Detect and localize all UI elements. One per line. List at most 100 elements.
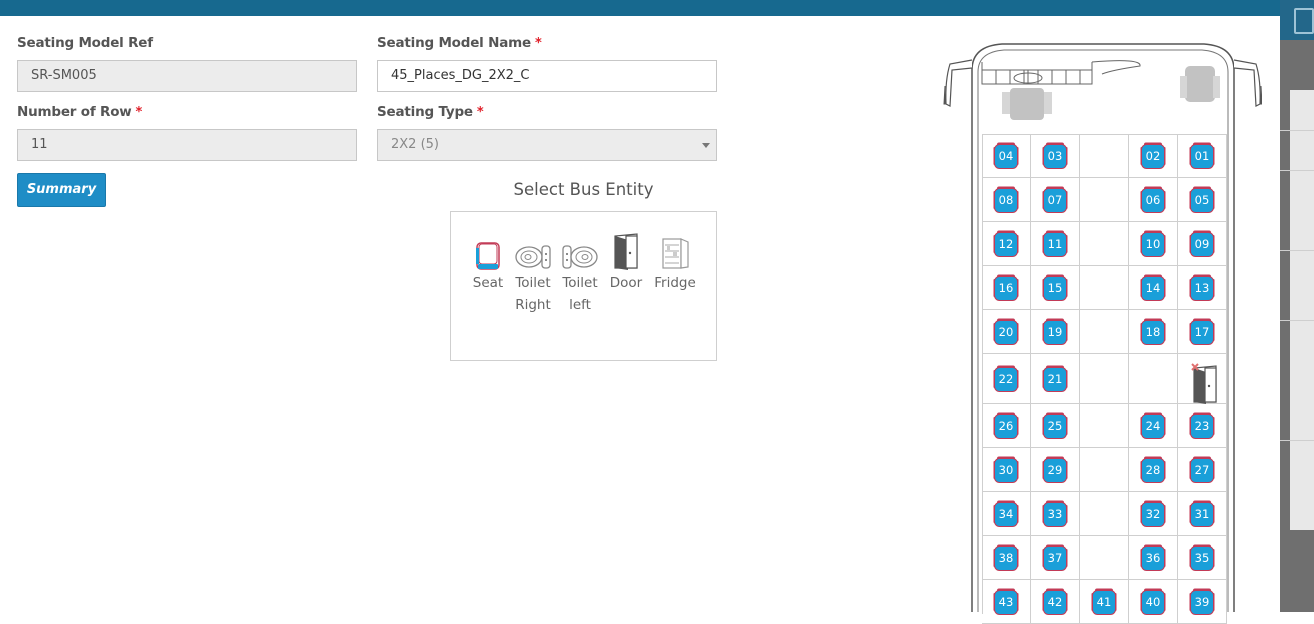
seat-icon[interactable]: 22 <box>993 365 1019 393</box>
seat-cell[interactable] <box>1080 492 1129 536</box>
seat-icon[interactable]: 31 <box>1189 500 1215 528</box>
seat-icon[interactable]: 12 <box>993 230 1019 258</box>
seat-cell[interactable]: 01 <box>1178 134 1227 178</box>
seat-icon[interactable]: 24 <box>1140 412 1166 440</box>
seat-icon[interactable]: 02 <box>1140 142 1166 170</box>
seat-cell[interactable]: 30 <box>982 448 1031 492</box>
seat-cell[interactable]: 17 <box>1178 310 1227 354</box>
seat-cell[interactable]: 35 <box>1178 536 1227 580</box>
seat-icon[interactable]: 37 <box>1042 544 1068 572</box>
seat-cell[interactable]: 38 <box>982 536 1031 580</box>
seat-cell[interactable]: 22 <box>982 354 1031 404</box>
seat-cell[interactable]: 27 <box>1178 448 1227 492</box>
seat-cell[interactable]: 18 <box>1129 310 1178 354</box>
seat-cell[interactable] <box>1080 222 1129 266</box>
seat-cell[interactable]: 11 <box>1031 222 1080 266</box>
seat-cell[interactable]: 34 <box>982 492 1031 536</box>
seat-cell[interactable]: 14 <box>1129 266 1178 310</box>
seat-cell[interactable]: 29 <box>1031 448 1080 492</box>
seat-cell[interactable]: 32 <box>1129 492 1178 536</box>
entity-door[interactable]: Door <box>603 230 649 294</box>
entity-fridge[interactable]: Fridge <box>652 230 698 294</box>
seat-icon[interactable]: 11 <box>1042 230 1068 258</box>
seat-cell[interactable]: 16 <box>982 266 1031 310</box>
seat-icon[interactable]: 10 <box>1140 230 1166 258</box>
seat-cell[interactable]: 43 <box>982 580 1031 624</box>
seat-cell[interactable]: 36 <box>1129 536 1178 580</box>
seat-cell[interactable]: 15 <box>1031 266 1080 310</box>
entity-toilet-left[interactable]: Toilet left <box>557 230 603 316</box>
seat-cell[interactable]: 41 <box>1080 580 1129 624</box>
summary-button[interactable]: Summary <box>17 173 106 207</box>
seat-icon[interactable]: 18 <box>1140 318 1166 346</box>
seat-cell[interactable]: 12 <box>982 222 1031 266</box>
seat-cell[interactable]: 13 <box>1178 266 1227 310</box>
seat-icon[interactable]: 08 <box>993 186 1019 214</box>
seat-cell[interactable] <box>1080 536 1129 580</box>
seat-icon[interactable]: 21 <box>1042 365 1068 393</box>
seat-cell[interactable]: 20 <box>982 310 1031 354</box>
seat-cell[interactable]: 26 <box>982 404 1031 448</box>
seat-icon[interactable]: 30 <box>993 456 1019 484</box>
seat-icon[interactable]: 33 <box>1042 500 1068 528</box>
seat-cell[interactable]: 23 <box>1178 404 1227 448</box>
seat-cell[interactable]: 04 <box>982 134 1031 178</box>
seat-icon[interactable]: 05 <box>1189 186 1215 214</box>
seat-icon[interactable]: 15 <box>1042 274 1068 302</box>
seat-icon[interactable]: 14 <box>1140 274 1166 302</box>
seat-icon[interactable]: 04 <box>993 142 1019 170</box>
seat-cell[interactable]: 42 <box>1031 580 1080 624</box>
seat-cell[interactable]: 07 <box>1031 178 1080 222</box>
seat-icon[interactable]: 01 <box>1189 142 1215 170</box>
seat-cell[interactable]: 21 <box>1031 354 1080 404</box>
seat-cell[interactable]: 08 <box>982 178 1031 222</box>
seat-cell[interactable]: 09 <box>1178 222 1227 266</box>
seat-icon[interactable]: 32 <box>1140 500 1166 528</box>
seat-icon[interactable]: 26 <box>993 412 1019 440</box>
seat-cell[interactable]: 19 <box>1031 310 1080 354</box>
seat-icon[interactable]: 27 <box>1189 456 1215 484</box>
seat-icon[interactable]: 29 <box>1042 456 1068 484</box>
seat-cell[interactable] <box>1080 134 1129 178</box>
seat-cell[interactable] <box>1080 354 1129 404</box>
seat-icon[interactable]: 20 <box>993 318 1019 346</box>
seat-cell[interactable]: 33 <box>1031 492 1080 536</box>
seat-icon[interactable]: 13 <box>1189 274 1215 302</box>
seat-icon[interactable]: 17 <box>1189 318 1215 346</box>
entity-toilet-right[interactable]: Toilet Right <box>510 230 556 316</box>
seating-type-select[interactable]: 2X2 (5) <box>377 129 717 161</box>
seat-icon[interactable]: 35 <box>1189 544 1215 572</box>
seat-icon[interactable]: 09 <box>1189 230 1215 258</box>
seat-icon[interactable]: 03 <box>1042 142 1068 170</box>
seat-icon[interactable]: 16 <box>993 274 1019 302</box>
seat-icon[interactable]: 07 <box>1042 186 1068 214</box>
seat-cell[interactable] <box>1080 404 1129 448</box>
seat-cell[interactable]: 10 <box>1129 222 1178 266</box>
seat-cell[interactable] <box>1178 354 1227 404</box>
seat-cell[interactable]: 25 <box>1031 404 1080 448</box>
seat-cell[interactable]: 05 <box>1178 178 1227 222</box>
seat-cell[interactable]: 28 <box>1129 448 1178 492</box>
seat-cell[interactable]: 24 <box>1129 404 1178 448</box>
seat-icon[interactable]: 23 <box>1189 412 1215 440</box>
seat-cell[interactable] <box>1129 354 1178 404</box>
seat-icon[interactable]: 34 <box>993 500 1019 528</box>
seat-cell[interactable] <box>1080 310 1129 354</box>
seat-cell[interactable] <box>1080 448 1129 492</box>
seat-icon[interactable]: 19 <box>1042 318 1068 346</box>
model-name-input[interactable]: 45_Places_DG_2X2_C <box>377 60 717 92</box>
seat-cell[interactable]: 06 <box>1129 178 1178 222</box>
seat-icon[interactable]: 28 <box>1140 456 1166 484</box>
seat-icon[interactable]: 36 <box>1140 544 1166 572</box>
seat-cell[interactable] <box>1080 266 1129 310</box>
seat-icon[interactable]: 25 <box>1042 412 1068 440</box>
seat-cell[interactable]: 37 <box>1031 536 1080 580</box>
seat-cell[interactable]: 02 <box>1129 134 1178 178</box>
seat-cell[interactable]: 39 <box>1178 580 1227 624</box>
model-ref-field[interactable]: SR-SM005 <box>17 60 357 92</box>
seat-icon[interactable]: 06 <box>1140 186 1166 214</box>
seat-cell[interactable]: 31 <box>1178 492 1227 536</box>
seat-cell[interactable]: 40 <box>1129 580 1178 624</box>
seat-icon[interactable]: 38 <box>993 544 1019 572</box>
entity-seat[interactable]: Seat <box>465 230 511 294</box>
